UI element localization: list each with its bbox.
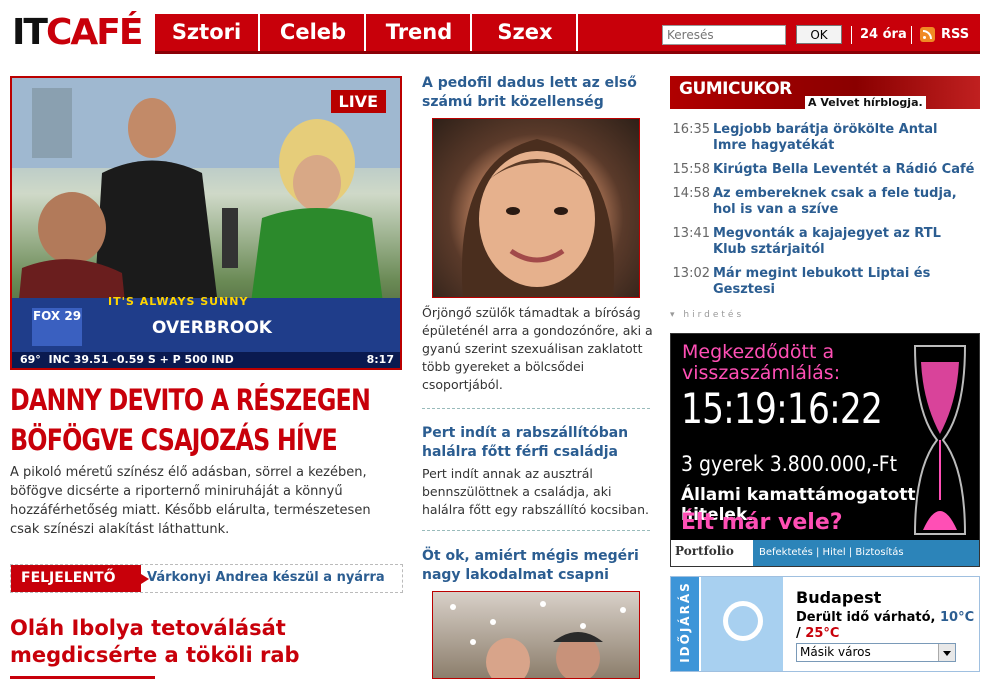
main-story-image[interactable]: LIVE IT'S ALWAYS SUNNY OVERBROOK FOX 29 … [10, 76, 402, 370]
wedding-illustration [450, 601, 626, 678]
tv-ticker-text: INC 39.51 -0.59 S + P 500 IND [48, 353, 234, 366]
ad-offer: 3 gyerek 3.800.000,-Ft [681, 452, 898, 476]
middle-story-3-title[interactable]: Öt ok, amiért mégis megéri nagy lakodalm… [422, 547, 650, 585]
feljelento-label[interactable]: FELJELENTŐ [11, 565, 149, 592]
tv-location: OVERBROOK [152, 318, 272, 338]
chevron-down-icon[interactable] [938, 644, 955, 661]
gumicukor-banner[interactable]: GUMICUKOR A Velvet hírblogja. [670, 76, 980, 109]
news-time: 14:58 [672, 186, 710, 201]
news-link[interactable]: Megvonták a kajajegyet az RTL Klub sztár… [713, 226, 975, 258]
gumicukor-subtitle: A Velvet hírblogja. [805, 96, 926, 109]
middle-story-1-title[interactable]: A pedofil dadus lett az első számú brit … [422, 74, 650, 112]
portfolio-links: Befektetés | Hitel | Biztosítás [753, 540, 979, 566]
gumicukor-title: GUMICUKOR [679, 79, 792, 99]
weather-temp-separator: / [796, 626, 801, 641]
middle-story-1-image[interactable] [432, 118, 640, 298]
weather-label: IDŐJÁRÁS [678, 581, 692, 663]
header-separator [911, 26, 912, 44]
main-nav: Sztori Celeb Trend Szex [155, 14, 980, 54]
site-logo[interactable]: IT CAFÉ [12, 12, 143, 54]
nav-tab-celeb[interactable]: Celeb [262, 14, 366, 51]
weather-temp-high: 25°C [805, 626, 840, 641]
tv-temp: 69° [20, 353, 41, 366]
page: ITCAFÉ Sztori Celeb Trend Szex OK 24 óra… [0, 0, 990, 679]
main-story-headline[interactable]: DANNY DEVITO A RÉSZEGEN BÖFÖGVE CSAJOZÁS… [10, 380, 404, 460]
city-select[interactable]: Másik város [796, 643, 956, 662]
middle-story-3-image[interactable] [432, 591, 640, 679]
middle-divider [422, 530, 650, 531]
portfolio-logo: Portfolio [675, 544, 734, 558]
24-hours-link[interactable]: 24 óra [860, 26, 907, 44]
logo-it: IT [12, 12, 48, 53]
live-badge: LIVE [330, 90, 386, 113]
hourglass-icon [913, 345, 967, 535]
feljelento-link[interactable]: Várkonyi Andrea készül a nyárra [147, 570, 385, 585]
tv-clock: 8:17 [366, 353, 394, 366]
weather-label-bar: IDŐJÁRÁS [671, 577, 699, 671]
middle-story-2-title[interactable]: Pert indít a rabszállítóban halálra főtt… [422, 424, 650, 462]
tv-show-name: IT'S ALWAYS SUNNY [108, 295, 249, 308]
nav-tab-sztori[interactable]: Sztori [155, 14, 260, 51]
tv-ticker: 69° INC 39.51 -0.59 S + P 500 IND [12, 352, 400, 368]
main-story-text: A pikoló méretű színész élő adásban, sör… [10, 465, 371, 537]
rss-icon[interactable] [920, 27, 935, 42]
search-input[interactable] [662, 25, 786, 45]
portrait-illustration [462, 139, 614, 297]
ad-footer: Portfolio Befektetés | Hitel | Biztosítá… [671, 540, 979, 566]
weather-city: Budapest [796, 588, 882, 607]
portfolio-ad[interactable]: Megkezdődött a visszaszámlálás: 15:19:16… [670, 333, 980, 567]
tv-channel-logo: FOX 29 [32, 308, 82, 346]
middle-divider [422, 408, 650, 409]
news-time: 15:58 [672, 162, 710, 177]
feljelento-bar: FELJELENTŐ Várkonyi Andrea készül a nyár… [10, 564, 403, 593]
news-time: 16:35 [672, 122, 710, 137]
news-link[interactable]: Legjobb barátja örökölte Antal Imre hagy… [713, 122, 975, 154]
nav-tab-szex[interactable]: Szex [474, 14, 578, 51]
middle-story-1-text: Őrjöngő szülők támadtak a bíróság épület… [422, 305, 653, 392]
news-time: 13:41 [672, 226, 710, 241]
ad-question: Élt már vele? [681, 510, 843, 535]
news-link[interactable]: Már megint lebukott Liptai és Gesztesi [713, 266, 975, 298]
news-link[interactable]: Kirúgta Bella Leventét a Rádió Café [713, 162, 975, 178]
nav-tab-trend[interactable]: Trend [368, 14, 472, 51]
news-time: 13:02 [672, 266, 710, 281]
logo-cafe: CAFÉ [45, 12, 143, 53]
ad-countdown: 15:19:16:22 [681, 384, 883, 433]
weather-desc: Derült idő várható, [796, 610, 936, 625]
search-ok-button[interactable]: OK [796, 25, 842, 44]
city-select-value: Másik város [800, 645, 871, 659]
weather-widget: IDŐJÁRÁS Budapest Derült idő várható, 10… [670, 576, 980, 672]
news-link[interactable]: Az embereknek csak a fele tudja, hol is … [713, 186, 975, 218]
weather-icon-panel [701, 577, 783, 671]
ad-headline: Megkezdődött a visszaszámlálás: [682, 341, 841, 384]
ad-label: ▾ hirdetés [670, 310, 745, 320]
sun-icon [723, 601, 763, 641]
middle-story-2-text: Pert indít annak az ausztrál bennszülött… [422, 466, 649, 517]
weather-forecast: Derült idő várható, 10°C / 25°C [796, 610, 976, 642]
header-separator [851, 26, 852, 44]
second-story-headline[interactable]: Oláh Ibolya tetoválását megdicsérte a tö… [10, 615, 405, 669]
rss-link[interactable]: RSS [941, 26, 969, 44]
weather-temp-low: 10°C [940, 610, 975, 625]
